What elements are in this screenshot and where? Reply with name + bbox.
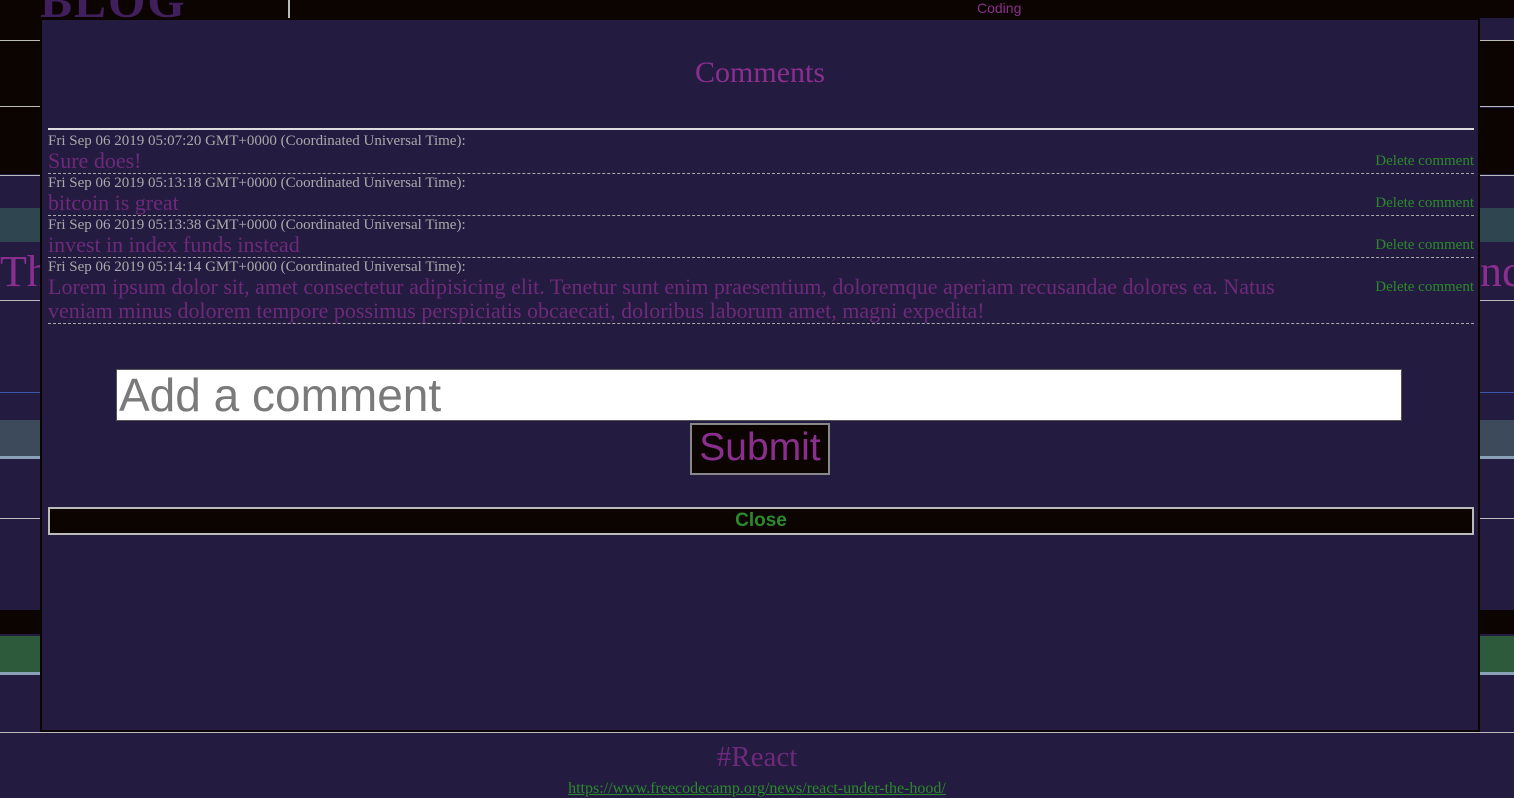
comment-item: Fri Sep 06 2019 05:13:18 GMT+0000 (Coord… bbox=[48, 174, 1474, 216]
background-divider bbox=[0, 732, 1514, 733]
modal-title: Comments bbox=[694, 56, 825, 89]
comment-date: Fri Sep 06 2019 05:13:18 GMT+0000 (Coord… bbox=[48, 175, 466, 191]
comment-text: bitcoin is great bbox=[48, 190, 179, 215]
background-panel bbox=[0, 108, 40, 174]
delete-comment-button[interactable]: Delete comment bbox=[1375, 153, 1474, 170]
background-post-title-right: ncy bbox=[1480, 247, 1514, 296]
submit-button[interactable]: Submit bbox=[690, 423, 830, 475]
comment-item: Fri Sep 06 2019 05:13:38 GMT+0000 (Coord… bbox=[48, 216, 1474, 258]
background-panel bbox=[1476, 108, 1514, 174]
modal-divider bbox=[48, 128, 1474, 130]
delete-comment-button[interactable]: Delete comment bbox=[1375, 195, 1474, 212]
delete-comment-button[interactable]: Delete comment bbox=[1375, 279, 1474, 296]
comment-date: Fri Sep 06 2019 05:07:20 GMT+0000 (Coord… bbox=[48, 133, 466, 149]
comment-text: Lorem ipsum dolor sit, amet consectetur … bbox=[48, 274, 1275, 323]
close-button[interactable]: Close bbox=[48, 507, 1474, 535]
comment-text: Sure does! bbox=[48, 148, 142, 173]
background-nav-link-coding[interactable]: Coding bbox=[977, 0, 1021, 16]
comment-item: Fri Sep 06 2019 05:14:14 GMT+0000 (Coord… bbox=[48, 258, 1474, 324]
comment-item: Fri Sep 06 2019 05:07:20 GMT+0000 (Coord… bbox=[48, 132, 1474, 174]
background-panel bbox=[1476, 40, 1514, 106]
background-tag: #React bbox=[716, 741, 798, 773]
comment-text: invest in index funds instead bbox=[48, 232, 300, 257]
comments-modal: Comments Fri Sep 06 2019 05:07:20 GMT+00… bbox=[40, 18, 1480, 732]
comment-date: Fri Sep 06 2019 05:13:38 GMT+0000 (Coord… bbox=[48, 217, 466, 233]
delete-comment-button[interactable]: Delete comment bbox=[1375, 237, 1474, 254]
comment-input[interactable] bbox=[116, 369, 1402, 421]
comment-list: Fri Sep 06 2019 05:07:20 GMT+0000 (Coord… bbox=[48, 132, 1474, 324]
comment-date: Fri Sep 06 2019 05:14:14 GMT+0000 (Coord… bbox=[48, 259, 466, 275]
background-link[interactable]: https://www.freecodecamp.org/news/react-… bbox=[0, 780, 1514, 798]
